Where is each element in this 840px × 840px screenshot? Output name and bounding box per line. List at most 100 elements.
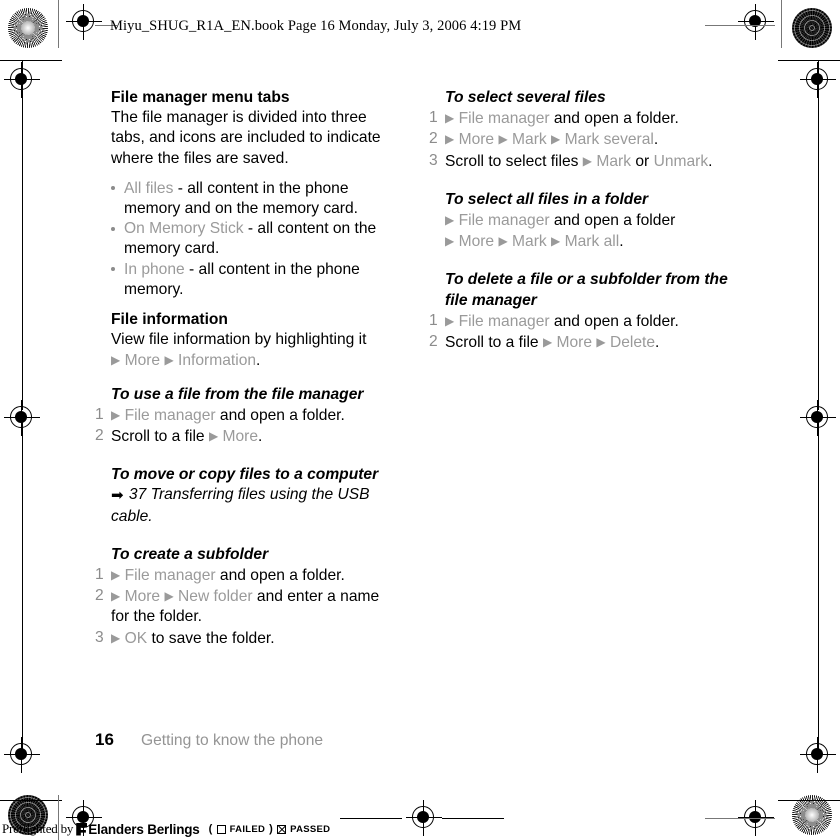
step-text: Scroll to a file: [445, 334, 543, 352]
registration-mark-top-left: [66, 4, 102, 40]
slug-divider-top-left: [58, 0, 59, 48]
menu-reference: Delete: [609, 334, 656, 352]
menu-reference: File manager: [458, 212, 550, 230]
menu-reference: More: [458, 233, 495, 251]
triangle-arrow-icon: ▶: [164, 353, 174, 368]
crop-rule-top-left-horizontal: [0, 60, 62, 61]
procedure-step: Scroll to a file ▶ More ▶ Delete.: [429, 332, 729, 353]
passed-label: PASSED: [290, 823, 331, 835]
menu-reference: Mark: [512, 233, 547, 251]
procedure-step: Scroll to select files ▶ Mark or Unmark.: [429, 151, 729, 172]
procedure-steps: ▶ File manager and open a folder. Scroll…: [429, 311, 729, 353]
procedure-move-or-copy-files: To move or copy files to a computer ➡ 37…: [95, 465, 395, 527]
menu-reference: More: [124, 588, 161, 606]
triangle-arrow-icon: ▶: [164, 589, 174, 604]
menu-reference: Mark: [596, 152, 632, 170]
procedure-select-all-files: To select all files in a folder ▶ File m…: [429, 190, 729, 253]
menu-reference: File manager: [458, 312, 550, 330]
triangle-arrow-icon: ▶: [498, 132, 508, 147]
period: .: [653, 131, 659, 149]
bullet-dot-icon: [111, 186, 115, 191]
procedure-step: ▶ File manager and open a folder.: [95, 405, 395, 426]
step-text: Scroll to select files: [445, 152, 583, 170]
triangle-arrow-icon: ▶: [208, 429, 219, 444]
procedure-step: ▶ More ▶ New folder and enter a name for…: [95, 586, 395, 627]
section-file-manager-menu-tabs: File manager menu tabs The file manager …: [95, 88, 395, 169]
crop-rule-bottom-right-horizontal: [778, 800, 840, 801]
ring-color-target-icon: [792, 8, 832, 48]
starburst-color-target-icon: [8, 8, 48, 48]
intro-paragraph: The file manager is divided into three t…: [111, 109, 381, 167]
triangle-arrow-icon: ▶: [445, 234, 455, 249]
procedure-use-file-from-file-manager: To use a file from the file manager ▶ Fi…: [95, 385, 395, 448]
step-text: and open a folder.: [215, 567, 345, 585]
procedure-heading: To delete a file or a subfolder from the…: [445, 271, 728, 309]
triangle-arrow-icon: ▶: [596, 335, 606, 350]
bullet-dot-icon: [111, 267, 115, 272]
file-information-paragraph: View file information by highlighting it…: [95, 330, 395, 371]
chapter-title: Getting to know the phone: [141, 732, 324, 749]
menu-reference: More: [222, 428, 259, 446]
section-heading: File information: [111, 311, 228, 329]
procedure-heading: To move or copy files to a computer: [111, 466, 379, 484]
period: .: [256, 352, 261, 370]
menu-reference: More: [124, 352, 161, 370]
period: .: [655, 334, 660, 352]
menu-reference: File manager: [458, 110, 550, 128]
menu-reference: More: [458, 131, 495, 149]
cross-reference-text: 37 Transferring files using the USB cabl…: [111, 486, 370, 525]
list-item: All files - all content in the phone mem…: [95, 179, 395, 219]
triangle-arrow-icon: ▶: [445, 213, 455, 228]
preflight-bar: Preflighted by Elanders Berlings ( FAILE…: [0, 818, 840, 840]
procedure-heading: To create a subfolder: [111, 545, 269, 563]
procedure-steps: ▶ File manager and open a folder. ▶ More…: [95, 565, 395, 649]
failed-label: FAILED: [229, 823, 266, 835]
slug-rule-top-right: [705, 25, 775, 26]
procedure-steps: ▶ File manager and open a folder ▶ More …: [429, 210, 729, 252]
procedure-delete-file-or-subfolder: To delete a file or a subfolder from the…: [429, 270, 729, 353]
step-text: or: [631, 152, 654, 170]
menu-reference: Mark all: [564, 233, 620, 251]
triangle-arrow-icon: ▶: [445, 132, 455, 147]
procedure-step: ▶ File manager and open a folder.: [429, 311, 729, 332]
procedure-steps: ▶ File manager and open a folder. Scroll…: [95, 405, 395, 447]
list-item: In phone - all content in the phone memo…: [95, 260, 395, 300]
triangle-arrow-icon: ▶: [111, 589, 121, 604]
procedure-heading: To use a file from the file manager: [111, 385, 364, 403]
crop-rule-left-vertical-lower: [22, 418, 23, 758]
procedure-create-subfolder: To create a subfolder ▶ File manager and…: [95, 545, 395, 649]
triangle-arrow-icon: ▶: [498, 234, 508, 249]
preflight-brand: Elanders Berlings: [88, 821, 200, 837]
procedure-step: ▶ OK to save the folder.: [95, 628, 395, 649]
bullet-dot-icon: [111, 226, 115, 231]
failed-checkbox-icon: [216, 824, 226, 834]
menu-reference: File manager: [124, 406, 216, 424]
menu-reference: All files: [124, 179, 174, 197]
procedure-heading: To select several files: [445, 89, 606, 106]
period: .: [619, 233, 624, 251]
printed-page: Miyu_SHUG_R1A_EN.book Page 16 Monday, Ju…: [0, 0, 840, 840]
paren-close: ): [269, 823, 274, 835]
triangle-arrow-icon: ▶: [111, 353, 121, 368]
preflight-by-label: Preflighted by: [2, 821, 74, 836]
paren-open: (: [208, 823, 213, 835]
step-text: and open a folder.: [215, 406, 345, 424]
triangle-arrow-icon: ▶: [445, 111, 455, 126]
step-text: and open a folder: [549, 212, 676, 230]
menu-reference: Unmark: [653, 152, 709, 170]
solid-arrow-icon: ➡: [111, 487, 125, 505]
triangle-arrow-icon: ▶: [111, 568, 121, 583]
triangle-arrow-icon: ▶: [542, 335, 553, 350]
preflight-status: ( FAILED ) PASSED: [209, 823, 331, 835]
period: .: [258, 428, 263, 446]
triangle-arrow-icon: ▶: [551, 132, 561, 147]
procedure-step: Scroll to a file ▶ More.: [95, 426, 395, 447]
section-heading: File manager menu tabs: [111, 89, 290, 106]
right-column: To select several files ▶ File manager a…: [429, 88, 729, 353]
